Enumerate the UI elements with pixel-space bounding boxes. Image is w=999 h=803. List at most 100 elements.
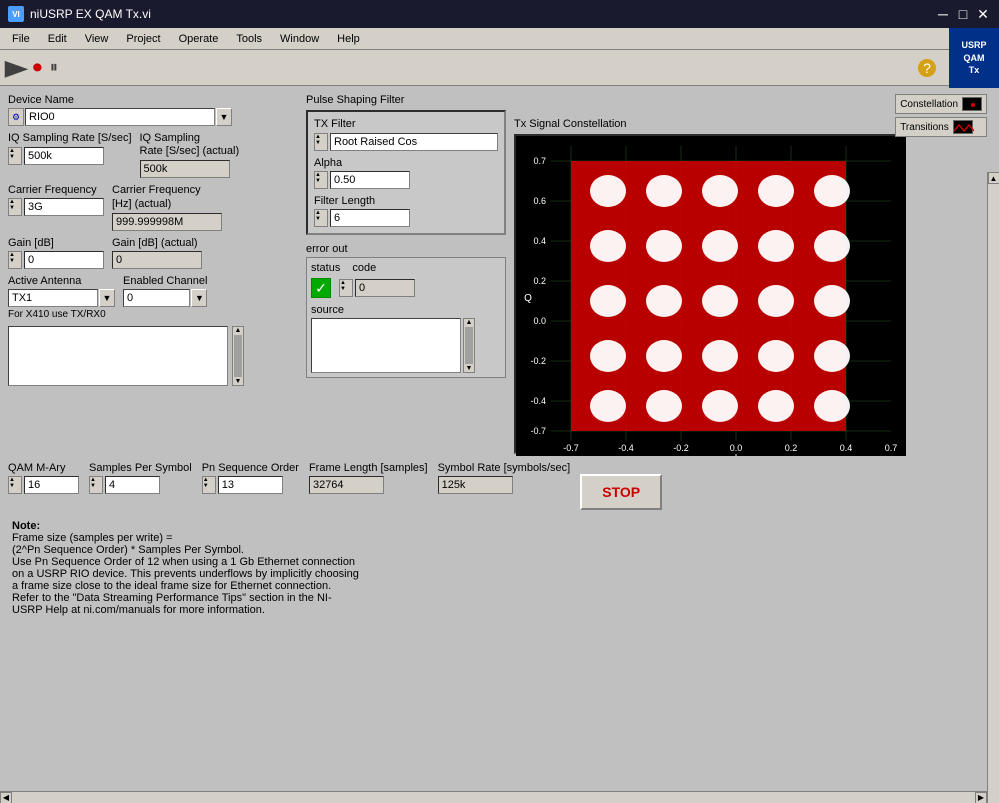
iq-sampling-row: IQ Sampling Rate [S/sec] ▲ ▼ 500k IQ Sam… xyxy=(8,132,298,178)
stop-button[interactable]: STOP xyxy=(580,474,662,510)
tx-filter-spin[interactable]: ▲ ▼ xyxy=(314,133,328,151)
frame-length-group: Frame Length [samples] 32764 xyxy=(309,462,428,494)
iq-sampling-right: IQ SamplingRate [S/sec] (actual) 500k xyxy=(140,132,240,178)
error-source-box xyxy=(311,318,461,373)
stop-record-icon[interactable]: ⏺ xyxy=(33,57,42,78)
note-line7: USRP Help at ni.com/manuals for more inf… xyxy=(12,604,632,616)
constellation-plot: 0.7 0.6 0.4 0.2 0.0 -0.2 -0.4 -0.7 Q -0.… xyxy=(514,134,904,454)
gain-value1[interactable]: 0 xyxy=(24,251,104,269)
source-scrollbar[interactable]: ▲ ▼ xyxy=(232,326,244,386)
device-name-spin[interactable]: ⚙ xyxy=(8,108,24,126)
window-controls[interactable]: ─ □ ✕ xyxy=(935,6,991,22)
samples-per-symbol-group: Samples Per Symbol ▲ ▼ 4 xyxy=(89,462,192,494)
title-bar: VI niUSRP EX QAM Tx.vi ─ □ ✕ xyxy=(0,0,999,28)
pause-icon[interactable]: ⏸ xyxy=(50,59,58,77)
pn-spin[interactable]: ▲ ▼ xyxy=(202,476,216,494)
status-label: status xyxy=(311,262,340,274)
menu-edit[interactable]: Edit xyxy=(40,31,75,47)
samples-per-symbol-label: Samples Per Symbol xyxy=(89,462,192,474)
iq-spin1[interactable]: ▲ ▼ xyxy=(8,147,22,165)
filter-length-spin[interactable]: ▲ ▼ xyxy=(314,209,328,227)
check-icon: ✓ xyxy=(315,280,327,297)
note-line2: (2^Pn Sequence Order) * Samples Per Symb… xyxy=(12,544,632,556)
gain-input1: ▲ ▼ 0 xyxy=(8,251,104,269)
source-scroll-up[interactable]: ▲ xyxy=(235,327,242,334)
maximize-button[interactable]: □ xyxy=(955,6,971,22)
menu-tools[interactable]: Tools xyxy=(228,31,270,47)
note-line6: Refer to the "Data Streaming Performance… xyxy=(12,592,632,604)
device-name-dropdown[interactable]: ⚙ RIO0 ▼ xyxy=(8,108,298,126)
filter-length-value[interactable]: 6 xyxy=(330,209,410,227)
carrier-freq-label2: Carrier Frequency[Hz] (actual) xyxy=(112,184,222,210)
enabled-channel-dropdown[interactable]: 0 ▼ xyxy=(123,289,207,307)
svg-text:-0.4: -0.4 xyxy=(530,396,546,406)
iq-sampling-input1: ▲ ▼ 500k xyxy=(8,147,132,165)
tx-filter-label: TX Filter xyxy=(314,118,498,130)
menu-operate[interactable]: Operate xyxy=(171,31,227,47)
svg-text:0.7: 0.7 xyxy=(885,443,898,453)
top-panels: Device Name ⚙ RIO0 ▼ IQ Sampling Rate [S… xyxy=(8,94,991,454)
samples-per-symbol-value[interactable]: 4 xyxy=(105,476,160,494)
error-code-row: ▲ ▼ 0 xyxy=(339,279,415,297)
active-antenna-group: Active Antenna TX1 ▼ xyxy=(8,275,115,307)
pn-sequence-value[interactable]: 13 xyxy=(218,476,283,494)
scrollbar-v[interactable]: ▲ ▼ xyxy=(987,172,999,803)
carrier-spin1[interactable]: ▲ ▼ xyxy=(8,198,22,216)
active-antenna-value[interactable]: TX1 xyxy=(8,289,98,307)
run-arrow-icon[interactable]: ▶ xyxy=(5,55,29,81)
pulse-filter-box: TX Filter ▲ ▼ Root Raised Cos Alpha ▲ xyxy=(306,110,506,235)
source-label: source xyxy=(311,304,501,316)
error-scroll-down[interactable]: ▼ xyxy=(466,365,473,372)
device-name-value[interactable]: RIO0 xyxy=(25,108,215,126)
qam-mary-value[interactable]: 16 xyxy=(24,476,79,494)
alpha-value[interactable]: 0.50 xyxy=(330,171,410,189)
svg-text:I: I xyxy=(735,453,738,456)
scroll-right-arrow[interactable]: ▶ xyxy=(975,792,987,803)
note-line3: Use Pn Sequence Order of 12 when using a… xyxy=(12,556,632,568)
error-scroll-up[interactable]: ▲ xyxy=(466,319,473,326)
code-spin[interactable]: ▲ ▼ xyxy=(339,279,353,297)
menu-view[interactable]: View xyxy=(77,31,117,47)
close-button[interactable]: ✕ xyxy=(975,6,991,22)
transitions-legend-label: Transitions xyxy=(900,122,949,133)
toolbar: ▶ ⏺ ⏸ ? xyxy=(0,50,999,86)
alpha-spin[interactable]: ▲ ▼ xyxy=(314,171,328,189)
svg-text:0.6: 0.6 xyxy=(533,196,546,206)
menu-window[interactable]: Window xyxy=(272,31,327,47)
error-scrollbar[interactable]: ▲ ▼ xyxy=(463,318,475,373)
samples-spin[interactable]: ▲ ▼ xyxy=(89,476,103,494)
active-antenna-arrow[interactable]: ▼ xyxy=(99,289,115,307)
menu-file[interactable]: File xyxy=(4,31,38,47)
wave-icon xyxy=(954,121,974,135)
scroll-up-arrow[interactable]: ▲ xyxy=(988,172,999,184)
antenna-channel-row: Active Antenna TX1 ▼ Enabled Channel 0 ▼ xyxy=(8,275,298,307)
active-antenna-dropdown[interactable]: TX1 ▼ xyxy=(8,289,115,307)
error-code-value: 0 xyxy=(355,279,415,297)
enabled-channel-arrow[interactable]: ▼ xyxy=(191,289,207,307)
scrollbar-h[interactable]: ◀ ▶ xyxy=(0,791,987,803)
symbol-rate-label: Symbol Rate [symbols/sec] xyxy=(438,462,571,474)
tx-filter-value[interactable]: Root Raised Cos xyxy=(330,133,498,151)
scroll-left-arrow[interactable]: ◀ xyxy=(0,792,12,803)
usrp-line3: Tx xyxy=(969,64,980,77)
svg-text:-0.7: -0.7 xyxy=(563,443,579,453)
symbol-rate-value: 125k xyxy=(438,476,513,494)
source-scroll-down[interactable]: ▼ xyxy=(235,378,242,385)
menu-help[interactable]: Help xyxy=(329,31,368,47)
menu-project[interactable]: Project xyxy=(118,31,168,47)
minimize-button[interactable]: ─ xyxy=(935,6,951,22)
device-name-arrow[interactable]: ▼ xyxy=(216,108,232,126)
carrier-freq-value1[interactable]: 3G xyxy=(24,198,104,216)
usrp-line1: USRP xyxy=(961,39,986,52)
gain-spin1[interactable]: ▲ ▼ xyxy=(8,251,22,269)
code-label: code xyxy=(352,262,376,274)
svg-text:0.2: 0.2 xyxy=(785,443,798,453)
usrp-line2: QAM xyxy=(964,52,985,65)
gain-label2: Gain [dB] (actual) xyxy=(112,237,202,249)
transitions-legend-wave xyxy=(953,120,973,134)
help-icon[interactable]: ? xyxy=(918,59,936,77)
enabled-channel-value[interactable]: 0 xyxy=(123,289,190,307)
error-scroll-thumb xyxy=(465,327,473,364)
iq-sampling-value1[interactable]: 500k xyxy=(24,147,104,165)
qam-spin[interactable]: ▲ ▼ xyxy=(8,476,22,494)
